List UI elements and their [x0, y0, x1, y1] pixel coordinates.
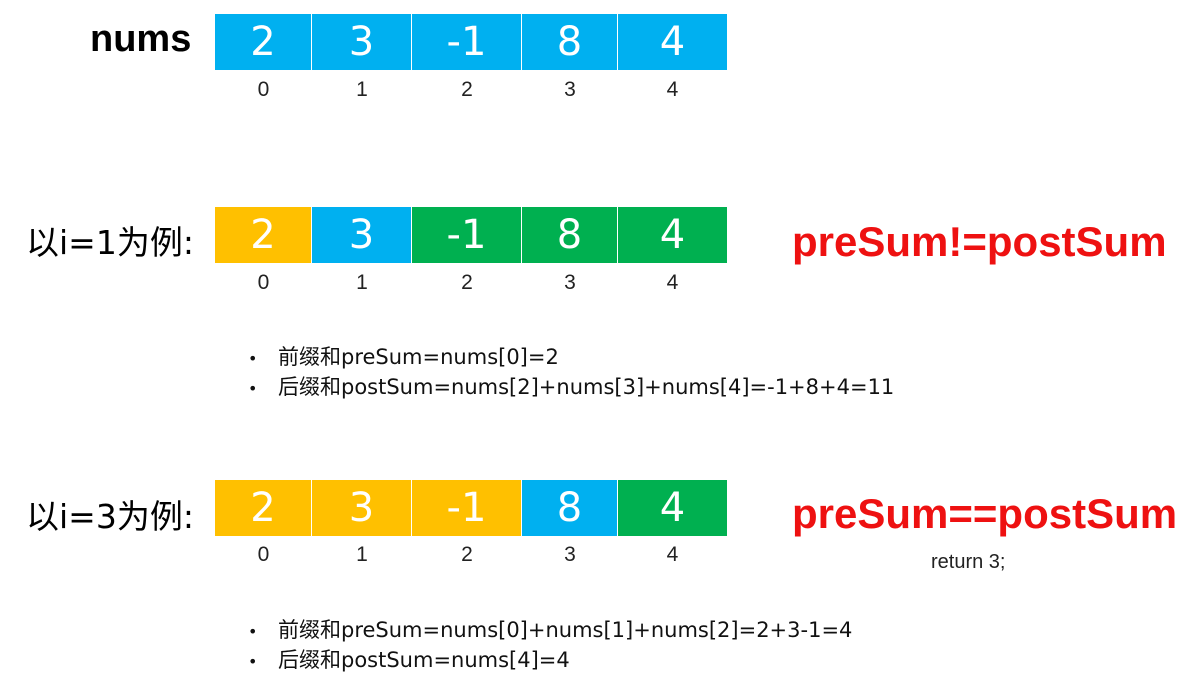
array-index: 0 [257, 271, 270, 294]
array-index: 0 [257, 543, 270, 566]
array-cell: 3 [312, 207, 412, 263]
example-label-i1: 以i=1为例: [26, 223, 194, 262]
bullet-icon: • [248, 652, 258, 671]
prefix-sum-text: 前缀和preSum=nums[0]+nums[1]+nums[2]=2+3-1=… [278, 618, 853, 642]
array-cell: -1 [412, 480, 522, 536]
array-index: 4 [666, 543, 679, 566]
array-index: 1 [356, 543, 368, 566]
array-index: 3 [564, 271, 576, 294]
array-cell: 8 [522, 480, 618, 536]
suffix-sum-text: 后缀和postSum=nums[2]+nums[3]+nums[4]=-1+8+… [278, 375, 895, 399]
example-array-i3: 2 3 -1 8 4 [215, 480, 727, 536]
array-cell: 2 [215, 14, 312, 70]
array-index: 0 [257, 78, 270, 101]
array-cell: 8 [522, 207, 618, 263]
array-cell: -1 [412, 207, 522, 263]
list-item: • 前缀和preSum=nums[0]=2 [248, 342, 894, 372]
array-index: 3 [564, 543, 576, 566]
verdict-equal: preSum==postSum [792, 490, 1178, 537]
bullet-icon: • [248, 349, 258, 368]
array-index: 4 [666, 78, 679, 101]
list-item: • 后缀和postSum=nums[4]=4 [248, 645, 852, 675]
array-cell: 2 [215, 207, 312, 263]
bullet-icon: • [248, 622, 258, 641]
example-array-i1: 2 3 -1 8 4 [215, 207, 727, 263]
index-row: 0 1 2 3 4 [215, 543, 727, 567]
array-index: 1 [356, 271, 368, 294]
array-index: 2 [461, 78, 473, 101]
list-item: • 后缀和postSum=nums[2]+nums[3]+nums[4]=-1+8… [248, 372, 894, 402]
array-cell: 4 [618, 480, 727, 536]
array-cell: -1 [412, 14, 522, 70]
example-label-i3: 以i=3为例: [26, 497, 194, 536]
array-index: 3 [564, 78, 576, 101]
verdict-not-equal: preSum!=postSum [792, 218, 1167, 265]
array-index: 1 [356, 78, 368, 101]
array-index: 4 [666, 271, 679, 294]
array-cell: 2 [215, 480, 312, 536]
suffix-sum-text: 后缀和postSum=nums[4]=4 [278, 648, 570, 672]
bullet-icon: • [248, 379, 258, 398]
array-cell: 4 [618, 14, 727, 70]
return-statement: return 3; [931, 551, 1006, 573]
index-row: 0 1 2 3 4 [215, 271, 727, 295]
prefix-sum-text: 前缀和preSum=nums[0]=2 [278, 345, 559, 369]
list-item: • 前缀和preSum=nums[0]+nums[1]+nums[2]=2+3-1… [248, 615, 852, 645]
bullet-list-i3: • 前缀和preSum=nums[0]+nums[1]+nums[2]=2+3-1… [248, 615, 852, 675]
array-cell: 3 [312, 480, 412, 536]
array-cell: 3 [312, 14, 412, 70]
index-row: 0 1 2 3 4 [215, 78, 727, 102]
nums-label: nums [90, 18, 192, 60]
array-index: 2 [461, 271, 473, 294]
array-cell: 4 [618, 207, 727, 263]
array-cell: 8 [522, 14, 618, 70]
bullet-list-i1: • 前缀和preSum=nums[0]=2 • 后缀和postSum=nums[2]… [248, 342, 894, 402]
nums-array: 2 3 -1 8 4 [215, 14, 727, 70]
array-index: 2 [461, 543, 473, 566]
